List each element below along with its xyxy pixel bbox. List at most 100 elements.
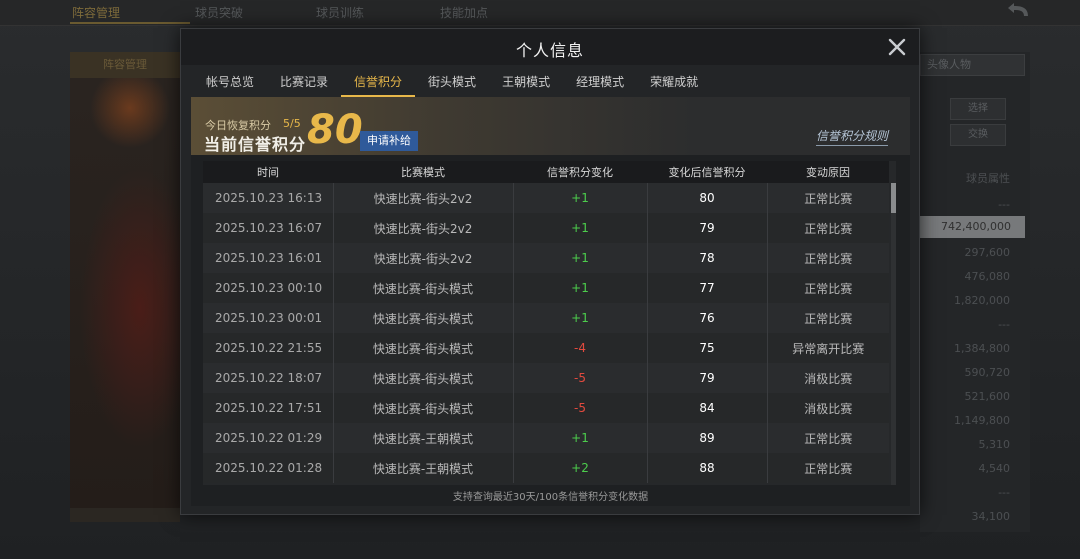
bg-right-button: 选择	[950, 98, 1006, 120]
tab-manager-mode[interactable]: 经理模式	[563, 69, 637, 97]
cell-reason: 消极比赛	[767, 393, 889, 423]
bg-tab: 球员突破	[195, 6, 244, 20]
bg-right-highlight: 742,400,000	[920, 216, 1025, 238]
cell-after: 80	[647, 183, 768, 213]
cell-change: +1	[513, 183, 648, 213]
cell-change: +1	[513, 243, 648, 273]
credit-score-content: 今日恢复积分 5/5 当前信誉积分 80 申请补给 信誉积分规则 时间 比赛模式…	[191, 97, 910, 506]
table-row: 2025.10.22 01:29 快速比赛-王朝模式 +1 89 正常比赛	[203, 423, 889, 453]
tab-street-mode[interactable]: 街头模式	[415, 69, 489, 97]
bg-player-portrait	[70, 78, 180, 508]
cell-change: -5	[513, 363, 648, 393]
cell-mode: 快速比赛-街头2v2	[333, 183, 514, 213]
bg-right-button: 交换	[950, 124, 1006, 146]
tab-match-records[interactable]: 比赛记录	[267, 69, 341, 97]
cell-change: +1	[513, 423, 648, 453]
current-score-label: 当前信誉积分	[204, 135, 307, 154]
cell-time: 2025.10.22 21:55	[203, 333, 334, 363]
cell-time: 2025.10.22 17:51	[203, 393, 334, 423]
personal-info-modal: 个人信息 帐号总览 比赛记录 信誉积分 街头模式 王朝模式 经理模式 荣耀成就 …	[180, 28, 920, 515]
cell-reason: 正常比赛	[767, 243, 889, 273]
cell-after: 89	[647, 423, 768, 453]
bg-left-header: 阵容管理	[70, 52, 180, 78]
bg-right-value: 1,384,800	[954, 342, 1010, 355]
cell-after: 84	[647, 393, 768, 423]
table-scrollbar[interactable]	[891, 183, 896, 485]
footer-note: 支持查询最近30天/100条信誉积分变化数据	[452, 492, 649, 503]
modal-header: 个人信息	[181, 29, 919, 65]
cell-after: 78	[647, 243, 768, 273]
bg-tab-underline	[70, 22, 190, 24]
cell-reason: 正常比赛	[767, 423, 889, 453]
credit-history-table[interactable]: 时间 比赛模式 信誉积分变化 变化后信誉积分 变动原因 2025.10.23 1…	[203, 161, 896, 485]
tab-credit-score[interactable]: 信誉积分	[341, 69, 416, 97]
cell-after: 79	[647, 363, 768, 393]
bg-right-value: ---	[998, 486, 1010, 499]
bg-right-value: 1,820,000	[954, 294, 1010, 307]
cell-time: 2025.10.23 00:01	[203, 303, 334, 333]
table-row: 2025.10.22 17:51 快速比赛-街头模式 -5 84 消极比赛	[203, 393, 889, 423]
cell-reason: 正常比赛	[767, 183, 889, 213]
cell-reason: 消极比赛	[767, 363, 889, 393]
current-score-value: 80	[307, 107, 363, 153]
table-row: 2025.10.22 01:28 快速比赛-王朝模式 +2 88 正常比赛	[203, 453, 889, 483]
bg-right-value: 5,310	[978, 438, 1011, 451]
tab-dynasty-mode[interactable]: 王朝模式	[489, 69, 563, 97]
close-button[interactable]	[887, 37, 907, 57]
modal-tabs: 帐号总览 比赛记录 信誉积分 街头模式 王朝模式 经理模式 荣耀成就	[193, 69, 711, 97]
cell-mode: 快速比赛-街头模式	[333, 333, 514, 363]
bg-right-value: 476,080	[964, 270, 1011, 283]
cell-mode: 快速比赛-王朝模式	[333, 423, 514, 453]
bg-right-value: 590,720	[964, 366, 1011, 379]
table-row: 2025.10.23 16:07 快速比赛-街头2v2 +1 79 正常比赛	[203, 213, 889, 243]
cell-mode: 快速比赛-街头模式	[333, 363, 514, 393]
bg-tab: 阵容管理	[72, 6, 121, 20]
modal-title: 个人信息	[515, 41, 584, 60]
cell-reason: 正常比赛	[767, 303, 889, 333]
credit-rules-link[interactable]: 信誉积分规则	[815, 127, 888, 146]
bg-right-header: 球员属性	[966, 172, 1010, 185]
tab-account-overview[interactable]: 帐号总览	[193, 69, 267, 97]
table-row: 2025.10.23 16:13 快速比赛-街头2v2 +1 80 正常比赛	[203, 183, 889, 213]
bg-right-value: 297,600	[964, 246, 1011, 259]
bg-right-value: ---	[998, 318, 1010, 331]
cell-time: 2025.10.23 16:01	[203, 243, 334, 273]
header-after: 变化后信誉积分	[647, 161, 767, 183]
bg-tab: 技能加点	[440, 6, 489, 20]
cell-change: +2	[513, 453, 648, 483]
cell-after: 77	[647, 273, 768, 303]
cell-time: 2025.10.22 18:07	[203, 363, 334, 393]
background-top-bar: 阵容管理 球员突破 球员训练 技能加点	[0, 0, 1080, 26]
cell-change: +1	[513, 273, 648, 303]
cell-mode: 快速比赛-王朝模式	[333, 453, 514, 483]
cell-change: +1	[513, 213, 648, 243]
cell-after: 79	[647, 213, 768, 243]
bg-bottom-strip	[180, 512, 920, 532]
apply-supply-button[interactable]: 申请补给	[360, 131, 418, 151]
cell-mode: 快速比赛-街头模式	[333, 393, 514, 423]
tab-honor-achievements[interactable]: 荣耀成就	[637, 69, 711, 97]
bg-right-value: ---	[998, 198, 1010, 211]
table-row: 2025.10.23 00:01 快速比赛-街头模式 +1 76 正常比赛	[203, 303, 889, 333]
credit-banner: 今日恢复积分 5/5 当前信誉积分 80 申请补给 信誉积分规则	[191, 97, 910, 155]
cell-after: 76	[647, 303, 768, 333]
bg-right-value: 4,540	[978, 462, 1011, 475]
bg-right-value: 1,149,800	[954, 414, 1010, 427]
scrollbar-thumb[interactable]	[891, 183, 896, 213]
header-time: 时间	[203, 161, 333, 183]
bg-tab: 球员训练	[316, 6, 365, 20]
table-row: 2025.10.23 16:01 快速比赛-街头2v2 +1 78 正常比赛	[203, 243, 889, 273]
cell-mode: 快速比赛-街头模式	[333, 273, 514, 303]
table-row: 2025.10.23 00:10 快速比赛-街头模式 +1 77 正常比赛	[203, 273, 889, 303]
cell-reason: 异常离开比赛	[767, 333, 889, 363]
table-header-row: 时间 比赛模式 信誉积分变化 变化后信誉积分 变动原因	[203, 161, 889, 183]
cell-change: +1	[513, 303, 648, 333]
bg-right-value: 34,100	[971, 510, 1011, 523]
cell-time: 2025.10.23 16:07	[203, 213, 334, 243]
cell-time: 2025.10.23 00:10	[203, 273, 334, 303]
cell-mode: 快速比赛-街头模式	[333, 303, 514, 333]
header-mode: 比赛模式	[333, 161, 513, 183]
cell-mode: 快速比赛-街头2v2	[333, 243, 514, 273]
cell-time: 2025.10.22 01:29	[203, 423, 334, 453]
cell-mode: 快速比赛-街头2v2	[333, 213, 514, 243]
